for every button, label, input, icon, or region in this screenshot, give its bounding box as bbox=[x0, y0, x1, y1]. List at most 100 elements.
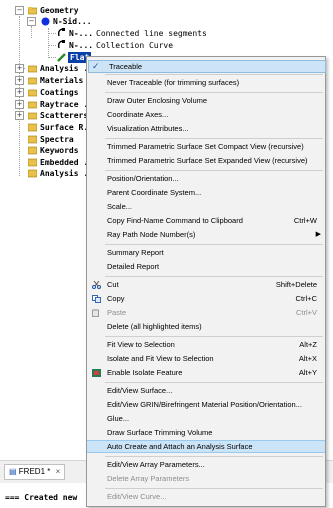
menu-item-draw-outer-volume[interactable]: Draw Outer Enclosing Volume bbox=[87, 95, 325, 107]
menu-item-label: Auto Create and Attach an Analysis Surfa… bbox=[107, 442, 253, 451]
menu-item-parent-coordinate-system[interactable]: Parent Coordinate System... bbox=[87, 187, 325, 199]
menu-item-label: Trimmed Parametric Surface Set Expanded … bbox=[107, 156, 308, 165]
menu-item-label: Enable Isolate Feature bbox=[107, 368, 183, 377]
expand-toggle[interactable]: + bbox=[15, 100, 24, 109]
paste-icon bbox=[92, 309, 99, 317]
tree-item-analysis[interactable]: + Analysis ... bbox=[0, 63, 98, 74]
menu-item-expanded-view[interactable]: Trimmed Parametric Surface Set Expanded … bbox=[87, 155, 325, 167]
output-line: === Created new bbox=[5, 493, 78, 502]
tree-item-analysis-2[interactable]: Analysis ... bbox=[0, 168, 98, 179]
menu-item-never-traceable[interactable]: Never Traceable (for trimming surfaces) bbox=[87, 77, 325, 89]
menu-item-copy-find-name[interactable]: Copy Find-Name Command to Clipboard Ctrl+… bbox=[87, 215, 325, 227]
folder-icon bbox=[28, 123, 37, 132]
tree-item-flat-selected[interactable]: Flat bbox=[0, 52, 96, 63]
menu-item-scale[interactable]: Scale... bbox=[87, 201, 325, 213]
folder-icon bbox=[28, 65, 37, 73]
folder-icon bbox=[28, 77, 37, 85]
folder-icon bbox=[28, 101, 37, 109]
menu-item-shortcut: Ctrl+C bbox=[295, 294, 317, 303]
menu-item-glue[interactable]: Glue... bbox=[87, 413, 325, 425]
menu-item-enable-isolate[interactable]: Enable Isolate Feature Alt+Y bbox=[87, 367, 325, 379]
menu-item-copy[interactable]: Copy Ctrl+C bbox=[87, 293, 325, 305]
tree-item-raytrace[interactable]: + Raytrace ... bbox=[0, 99, 98, 110]
tree-item-surface-r[interactable]: Surface R... bbox=[0, 122, 98, 133]
tree-item-label: N-... bbox=[69, 41, 94, 50]
menu-item-auto-create-analysis-surface[interactable]: Auto Create and Attach an Analysis Surfa… bbox=[87, 440, 325, 453]
menu-item-edit-grin[interactable]: Edit/View GRIN/Birefringent Material Pos… bbox=[87, 399, 325, 411]
copy-icon bbox=[92, 295, 101, 303]
tree-item-geometry[interactable]: − Geometry bbox=[0, 5, 90, 16]
folder-icon bbox=[28, 146, 37, 155]
menu-item-label: Draw Surface Trimming Volume bbox=[107, 428, 213, 437]
document-tab[interactable]: ▤ FRED1 * × bbox=[4, 464, 66, 480]
menu-item-shortcut: Ctrl+V bbox=[295, 308, 317, 317]
menu-item-edit-curve[interactable]: Edit/View Curve... bbox=[87, 491, 325, 503]
menu-item-label: Visualization Attributes... bbox=[107, 124, 189, 133]
menu-item-label: Copy Find-Name Command to Clipboard bbox=[107, 216, 243, 225]
menu-item-delete[interactable]: Delete (all highlighted items) bbox=[87, 321, 325, 333]
tree-item-label: Materials bbox=[40, 76, 84, 85]
tree-item-label: Geometry bbox=[40, 6, 79, 15]
sphere-icon bbox=[41, 17, 50, 26]
tree-item-keywords[interactable]: Keywords bbox=[0, 145, 90, 156]
folder-icon bbox=[28, 169, 37, 178]
menu-item-label: Draw Outer Enclosing Volume bbox=[107, 96, 208, 105]
menu-item-label: Traceable bbox=[109, 62, 143, 71]
menu-item-fit-view[interactable]: Fit View to Selection Alt+Z bbox=[87, 339, 325, 351]
menu-item-edit-array[interactable]: Edit/View Array Parameters... bbox=[87, 459, 325, 471]
tree-connector bbox=[48, 45, 56, 46]
menu-item-label: Coordinate Axes... bbox=[107, 110, 169, 119]
menu-item-label: Ray Path Node Number(s) bbox=[107, 230, 196, 239]
menu-item-draw-trimming-volume[interactable]: Draw Surface Trimming Volume bbox=[87, 427, 325, 439]
tree-item-nsided[interactable]: − N-Sid... bbox=[0, 16, 96, 27]
menu-item-label: Delete (all highlighted items) bbox=[107, 322, 202, 331]
menu-item-delete-array[interactable]: Delete Array Parameters bbox=[87, 473, 325, 485]
curve-icon bbox=[57, 28, 65, 37]
tree-connector bbox=[48, 33, 56, 34]
menu-item-isolate-fit-view[interactable]: Isolate and Fit View to Selection Alt+X bbox=[87, 353, 325, 365]
isolate-icon bbox=[92, 369, 101, 377]
collapse-toggle[interactable]: − bbox=[27, 17, 36, 26]
menu-item-shortcut: Alt+X bbox=[298, 354, 317, 363]
menu-item-compact-view[interactable]: Trimmed Parametric Surface Set Compact V… bbox=[87, 141, 325, 153]
scissors-icon bbox=[92, 281, 101, 289]
menu-item-summary-report[interactable]: Summary Report bbox=[87, 247, 325, 259]
expand-toggle[interactable]: + bbox=[15, 111, 24, 120]
expand-toggle[interactable]: + bbox=[15, 64, 24, 73]
menu-separator bbox=[105, 138, 323, 139]
folder-icon bbox=[28, 7, 37, 15]
tree-item-curve-1[interactable]: N-... bbox=[0, 28, 96, 39]
menu-item-edit-surface[interactable]: Edit/View Surface... bbox=[87, 385, 325, 397]
menu-item-label: Edit/View Array Parameters... bbox=[107, 460, 205, 469]
menu-item-label: Paste bbox=[107, 308, 127, 317]
menu-item-visualization-attributes[interactable]: Visualization Attributes... bbox=[87, 123, 325, 135]
tree-item-scatterers[interactable]: + Scatterers bbox=[0, 110, 90, 121]
menu-item-shortcut: Alt+Z bbox=[299, 340, 317, 349]
menu-item-traceable[interactable]: ✓ Traceable bbox=[88, 60, 326, 73]
menu-item-coordinate-axes[interactable]: Coordinate Axes... bbox=[87, 109, 325, 121]
folder-icon bbox=[28, 158, 37, 167]
menu-separator bbox=[105, 170, 323, 171]
menu-item-shortcut: Alt+Y bbox=[298, 368, 317, 377]
menu-item-cut[interactable]: Cut Shift+Delete bbox=[87, 279, 325, 291]
menu-item-ray-path-node[interactable]: Ray Path Node Number(s) ▶ bbox=[87, 229, 325, 241]
tree-description: Collection Curve bbox=[96, 41, 174, 50]
menu-item-detailed-report[interactable]: Detailed Report bbox=[87, 261, 325, 273]
menu-item-shortcut: Ctrl+W bbox=[293, 216, 317, 225]
tree-item-spectra[interactable]: Spectra bbox=[0, 134, 90, 145]
menu-item-position-orientation[interactable]: Position/Orientation... bbox=[87, 173, 325, 185]
tree-item-embedded[interactable]: Embedded ... bbox=[0, 157, 98, 168]
expand-toggle[interactable]: + bbox=[15, 76, 24, 85]
submenu-arrow-icon: ▶ bbox=[315, 231, 321, 238]
menu-item-label: Delete Array Parameters bbox=[107, 474, 190, 483]
collapse-toggle[interactable]: − bbox=[15, 6, 24, 15]
close-icon[interactable]: × bbox=[56, 467, 61, 476]
expand-toggle[interactable]: + bbox=[15, 88, 24, 97]
tree-item-materials[interactable]: + Materials bbox=[0, 75, 90, 86]
tree-item-curve-2[interactable]: N-... bbox=[0, 40, 96, 51]
folder-icon bbox=[28, 112, 37, 120]
tree-item-label: N-Sid... bbox=[53, 17, 92, 26]
menu-separator bbox=[105, 276, 323, 277]
tree-item-coatings[interactable]: + Coatings bbox=[0, 87, 90, 98]
menu-item-paste[interactable]: Paste Ctrl+V bbox=[87, 307, 325, 319]
